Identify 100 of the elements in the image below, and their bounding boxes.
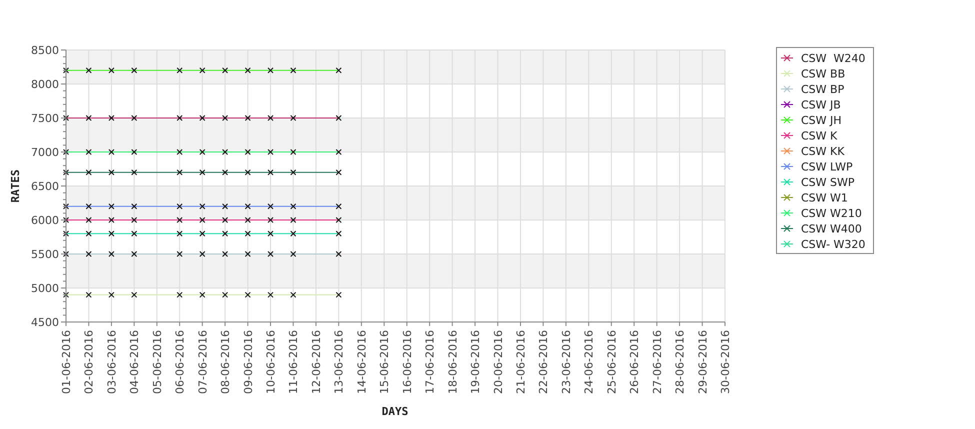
axis-tick-label: 30-06-2016 bbox=[719, 330, 732, 394]
data-point bbox=[336, 251, 342, 257]
data-point bbox=[63, 251, 69, 257]
data-point bbox=[222, 203, 228, 210]
data-point bbox=[108, 149, 114, 155]
data-point bbox=[199, 149, 206, 155]
axis-tick-label: 07-06-2016 bbox=[196, 330, 210, 394]
data-point bbox=[222, 292, 228, 298]
data-point bbox=[222, 217, 228, 223]
axis-tick-label: 02-06-2016 bbox=[82, 330, 96, 394]
axis-tick-label: 03-06-2016 bbox=[105, 330, 118, 394]
data-point bbox=[176, 67, 183, 74]
data-point bbox=[199, 251, 206, 257]
data-point bbox=[336, 115, 342, 121]
data-point bbox=[86, 115, 92, 121]
data-point bbox=[108, 217, 114, 223]
data-point bbox=[176, 217, 183, 223]
legend-label: CSW W400 bbox=[801, 222, 862, 236]
data-point bbox=[131, 217, 138, 223]
data-point bbox=[108, 203, 114, 210]
data-point bbox=[290, 203, 296, 210]
axis-tick-label: 27-06-2016 bbox=[650, 330, 664, 394]
data-point bbox=[244, 217, 251, 223]
data-point bbox=[131, 292, 138, 298]
data-point bbox=[176, 115, 183, 121]
data-point bbox=[290, 230, 296, 237]
data-point bbox=[63, 292, 69, 298]
axis-tick-label: 18-06-2016 bbox=[446, 330, 460, 394]
axis-tick-label: 01-06-2016 bbox=[60, 330, 73, 394]
axis-tick-label: 5500 bbox=[31, 248, 59, 261]
data-point bbox=[63, 149, 69, 155]
axis-tick-label: 28-06-2016 bbox=[674, 330, 687, 394]
legend-label: CSW JB bbox=[801, 98, 841, 112]
data-point bbox=[63, 230, 69, 237]
axis-tick-label: 8000 bbox=[31, 78, 59, 91]
data-point bbox=[108, 230, 114, 237]
axis-tick-label: 23-06-2016 bbox=[560, 330, 573, 394]
data-point bbox=[268, 203, 274, 210]
data-point bbox=[131, 115, 138, 121]
axis-tick-label: 19-06-2016 bbox=[469, 330, 482, 394]
data-point bbox=[176, 292, 183, 298]
data-point bbox=[63, 203, 69, 210]
data-point bbox=[290, 251, 296, 257]
axis-tick-label: 20-06-2016 bbox=[492, 330, 505, 394]
data-point bbox=[290, 217, 296, 223]
legend-label: CSW JH bbox=[801, 114, 842, 127]
data-point bbox=[336, 217, 342, 223]
axis-tick-label: 15-06-2016 bbox=[378, 330, 392, 394]
axis-tick-label: 22-06-2016 bbox=[537, 330, 550, 394]
data-point bbox=[176, 149, 183, 155]
data-point bbox=[199, 115, 206, 121]
axis-tick-label: 08-06-2016 bbox=[219, 330, 232, 394]
data-point bbox=[176, 169, 183, 176]
data-point bbox=[199, 67, 206, 74]
axis-tick-label: 6500 bbox=[31, 180, 59, 193]
data-point bbox=[244, 149, 251, 155]
legend-label: CSW K bbox=[801, 130, 838, 142]
axis-tick-label: 8500 bbox=[31, 44, 59, 57]
data-point bbox=[131, 169, 138, 176]
data-point bbox=[176, 230, 183, 237]
data-point bbox=[336, 292, 342, 298]
data-point bbox=[268, 217, 274, 223]
axis-tick-label: 5000 bbox=[31, 282, 59, 295]
axis-tick-label: 4500 bbox=[31, 316, 59, 329]
data-point bbox=[63, 67, 69, 74]
axis-tick-label: 13-06-2016 bbox=[332, 330, 346, 394]
data-point bbox=[131, 251, 138, 257]
data-point bbox=[268, 115, 274, 121]
data-point bbox=[108, 169, 114, 176]
data-point bbox=[86, 67, 92, 74]
data-point bbox=[86, 149, 92, 155]
axis-tick-label: 25-06-2016 bbox=[605, 330, 618, 394]
data-point bbox=[336, 203, 342, 210]
legend-label: CSW LWP bbox=[801, 160, 853, 174]
axis-title: DAYS bbox=[382, 405, 408, 418]
axis-tick-label: 24-06-2016 bbox=[582, 330, 596, 394]
data-point bbox=[222, 251, 228, 257]
axis-tick-label: 7500 bbox=[31, 112, 59, 125]
data-point bbox=[268, 67, 274, 74]
data-point bbox=[336, 230, 342, 237]
data-point bbox=[199, 292, 206, 298]
data-point bbox=[86, 203, 92, 210]
data-point bbox=[108, 67, 114, 74]
data-point bbox=[268, 149, 274, 155]
data-point bbox=[290, 169, 296, 176]
axis-tick-label: 29-06-2016 bbox=[696, 330, 710, 394]
data-point bbox=[199, 217, 206, 223]
data-point bbox=[199, 169, 206, 176]
data-point bbox=[131, 203, 138, 210]
data-point bbox=[268, 230, 274, 237]
data-point bbox=[244, 169, 251, 176]
data-point bbox=[63, 217, 69, 223]
data-point bbox=[222, 149, 228, 155]
axis-tick-label: 6000 bbox=[31, 214, 59, 227]
data-point bbox=[290, 149, 296, 155]
axis-tick-label: 17-06-2016 bbox=[424, 330, 437, 394]
axis-tick-label: 09-06-2016 bbox=[242, 330, 255, 394]
axis-tick-label: 10-06-2016 bbox=[264, 330, 278, 394]
data-point bbox=[63, 115, 69, 121]
legend-label: CSW W1 bbox=[801, 192, 848, 204]
